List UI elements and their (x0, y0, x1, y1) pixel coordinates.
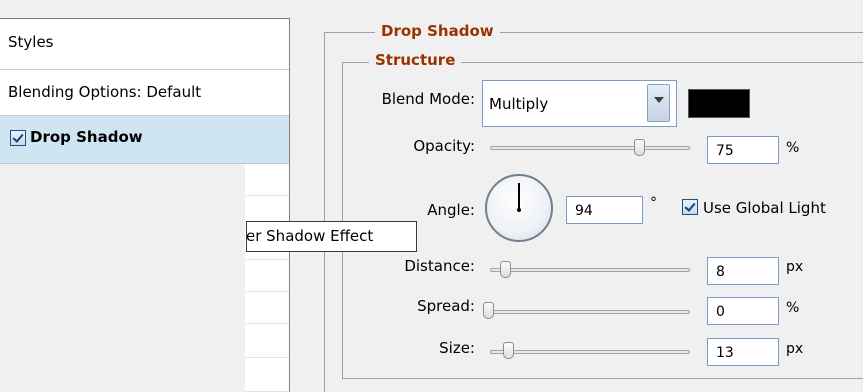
drop-shadow-item[interactable]: Drop Shadow (0, 116, 289, 164)
spread-input[interactable]: 0 (707, 297, 779, 325)
blend-mode-select[interactable]: Multiply (482, 80, 677, 127)
styles-header-item[interactable]: Styles (0, 19, 289, 70)
opacity-slider-track[interactable] (490, 146, 690, 150)
blending-options-label: Blending Options: Default (8, 83, 202, 101)
size-input[interactable]: 13 (707, 338, 779, 366)
opacity-unit: % (786, 140, 800, 156)
spread-label: Spread: (417, 297, 475, 315)
tooltip-text: er Shadow Effect (246, 227, 374, 245)
distance-input[interactable]: 8 (707, 257, 779, 285)
blending-options-item[interactable]: Blending Options: Default (0, 70, 289, 116)
group-title: Structure (369, 51, 462, 69)
chevron-down-icon[interactable] (647, 84, 670, 122)
styles-header-label: Styles (8, 33, 54, 51)
styles-list-divider (289, 18, 290, 392)
angle-label: Angle: (427, 201, 475, 219)
angle-dial[interactable] (485, 174, 553, 242)
size-slider-track[interactable] (490, 350, 690, 354)
distance-unit: px (786, 259, 804, 275)
angle-dial-needle (518, 183, 520, 210)
distance-slider-thumb[interactable] (500, 261, 511, 278)
section-title: Drop Shadow (375, 22, 500, 40)
shadow-color-swatch[interactable] (688, 89, 750, 118)
drop-shadow-checkbox[interactable] (10, 130, 26, 146)
opacity-input[interactable]: 75 (707, 136, 779, 164)
distance-label: Distance: (404, 257, 475, 275)
angle-input[interactable]: 94 (566, 196, 643, 224)
opacity-label: Opacity: (413, 137, 475, 155)
section-frame-left (324, 32, 325, 392)
spread-slider-track[interactable] (484, 310, 690, 314)
spread-unit: % (786, 300, 800, 316)
drop-shadow-item-label: Drop Shadow (30, 128, 143, 146)
use-global-light-checkbox[interactable] (682, 199, 698, 215)
list-overlay (0, 164, 245, 392)
tooltip: er Shadow Effect (246, 221, 417, 252)
angle-dial-center (517, 208, 521, 212)
use-global-light-label[interactable]: Use Global Light (703, 199, 826, 217)
distance-slider-track[interactable] (490, 268, 690, 272)
blend-mode-value: Multiply (489, 95, 549, 113)
group-frame-bottom (342, 378, 863, 379)
spread-slider-thumb[interactable] (483, 302, 494, 319)
size-slider-thumb[interactable] (503, 342, 514, 359)
group-frame-left (342, 62, 343, 378)
opacity-slider-thumb[interactable] (634, 139, 645, 156)
blend-mode-label: Blend Mode: (381, 90, 475, 108)
size-unit: px (786, 341, 804, 357)
angle-unit: ° (650, 195, 657, 211)
size-label: Size: (439, 339, 475, 357)
